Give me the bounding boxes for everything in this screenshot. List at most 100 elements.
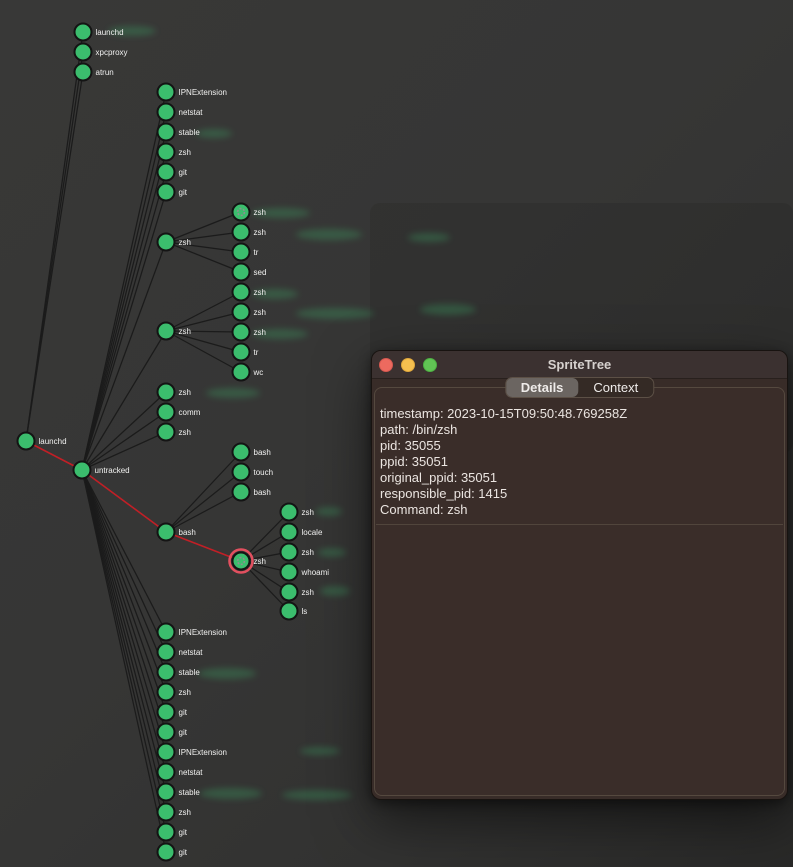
process-label: IPNExtension — [179, 88, 227, 97]
tree-node[interactable]: zsh — [158, 804, 191, 821]
tree-node[interactable]: git — [158, 184, 188, 201]
window-title: SpriteTree — [372, 351, 787, 378]
process-circle — [75, 24, 92, 41]
process-label: zsh — [179, 148, 191, 157]
process-label: IPNExtension — [179, 628, 227, 637]
details-content: timestamp: 2023-10-15T09:50:48.769258Zpa… — [380, 406, 779, 518]
tree-node[interactable]: bash — [233, 444, 271, 461]
process-circle — [158, 424, 175, 441]
tree-node[interactable]: git — [158, 164, 188, 181]
tree-node[interactable]: netstat — [158, 104, 204, 121]
process-circle — [158, 764, 175, 781]
tree-node[interactable]: zsh — [233, 304, 266, 321]
tree-edge — [82, 112, 166, 470]
tree-node[interactable]: zsh — [158, 144, 191, 161]
process-circle — [158, 184, 175, 201]
process-label: git — [179, 728, 188, 737]
tree-node[interactable]: zsh — [233, 224, 266, 241]
tree-node[interactable]: wc — [233, 364, 264, 381]
process-circle — [158, 644, 175, 661]
tree-edge — [82, 470, 166, 652]
tree-node[interactable]: zsh — [281, 504, 314, 521]
process-circle — [158, 664, 175, 681]
ghost-smudge — [320, 586, 350, 596]
process-circle — [281, 544, 298, 561]
tree-node[interactable]: launchd — [75, 24, 124, 41]
tree-edge — [82, 392, 166, 470]
window-titlebar[interactable]: SpriteTree — [372, 351, 787, 379]
tree-node[interactable]: git — [158, 844, 188, 861]
process-circle — [233, 444, 250, 461]
tree-node[interactable]: bash — [233, 484, 271, 501]
tree-node[interactable]: xpcproxy — [75, 44, 128, 61]
tree-node[interactable]: tr — [233, 344, 259, 361]
process-label: touch — [254, 468, 274, 477]
process-circle — [158, 404, 175, 421]
tree-node[interactable]: touch — [233, 464, 274, 481]
tree-node[interactable]: launchd — [18, 433, 67, 450]
process-label: zsh — [179, 327, 191, 336]
process-label: zsh — [179, 238, 191, 247]
tree-node[interactable]: zsh — [281, 584, 314, 601]
tree-node[interactable]: zsh — [281, 544, 314, 561]
tree-node[interactable]: zsh — [158, 424, 191, 441]
tree-edge — [166, 331, 241, 332]
tree-node[interactable]: zsh — [158, 234, 191, 251]
tree-edge — [82, 192, 166, 470]
detail-line: path: /bin/zsh — [380, 422, 779, 438]
tree-node[interactable]: locale — [281, 524, 323, 541]
tree-node[interactable]: stable — [158, 664, 201, 681]
process-circle — [158, 684, 175, 701]
tree-node[interactable]: zsh — [158, 684, 191, 701]
tree-node[interactable]: ls — [281, 603, 308, 620]
process-label: bash — [179, 528, 196, 537]
process-circle — [158, 384, 175, 401]
tree-edge — [166, 331, 241, 372]
process-label: stable — [179, 668, 201, 677]
tree-edge — [82, 132, 166, 470]
tree-node-selected[interactable]: zsh — [230, 550, 266, 573]
process-label: wc — [253, 368, 264, 377]
tree-node[interactable]: netstat — [158, 764, 204, 781]
process-circle — [158, 323, 175, 340]
process-circle — [75, 44, 92, 61]
tree-edge — [166, 292, 241, 331]
tree-edge — [82, 470, 166, 792]
tab-context[interactable]: Context — [578, 378, 653, 397]
tree-node[interactable]: git — [158, 724, 188, 741]
tree-node[interactable]: whoami — [281, 564, 330, 581]
tree-node[interactable]: IPNExtension — [158, 624, 227, 641]
process-circle — [281, 524, 298, 541]
process-label: zsh — [302, 548, 314, 557]
tree-node[interactable]: zsh — [233, 204, 266, 221]
tree-node[interactable]: tr — [233, 244, 259, 261]
tree-node[interactable]: zsh — [158, 384, 191, 401]
tab-details[interactable]: Details — [506, 378, 579, 397]
tree-node[interactable]: comm — [158, 404, 201, 421]
ghost-smudge — [318, 548, 346, 557]
tree-node[interactable]: sed — [233, 264, 267, 281]
tree-node[interactable]: zsh — [233, 324, 266, 341]
process-circle — [233, 553, 250, 570]
tree-node[interactable]: git — [158, 704, 188, 721]
ghost-smudge — [200, 788, 262, 799]
tree-node[interactable]: IPNExtension — [158, 84, 227, 101]
tree-node[interactable]: netstat — [158, 644, 204, 661]
process-circle — [158, 234, 175, 251]
tree-node[interactable]: untracked — [74, 462, 130, 479]
tree-node[interactable]: atrun — [75, 64, 114, 81]
tree-node[interactable]: stable — [158, 784, 201, 801]
tree-edge — [82, 470, 166, 772]
tree-node[interactable]: git — [158, 824, 188, 841]
detail-line: pid: 35055 — [380, 438, 779, 454]
process-label: stable — [179, 788, 201, 797]
tree-edge — [82, 331, 166, 470]
process-circle — [158, 784, 175, 801]
process-label: stable — [179, 128, 201, 137]
tree-node[interactable]: IPNExtension — [158, 744, 227, 761]
tree-edge — [82, 470, 166, 712]
tree-edge — [82, 470, 166, 732]
tree-node[interactable]: stable — [158, 124, 201, 141]
process-label: locale — [302, 528, 323, 537]
process-label: git — [179, 188, 188, 197]
